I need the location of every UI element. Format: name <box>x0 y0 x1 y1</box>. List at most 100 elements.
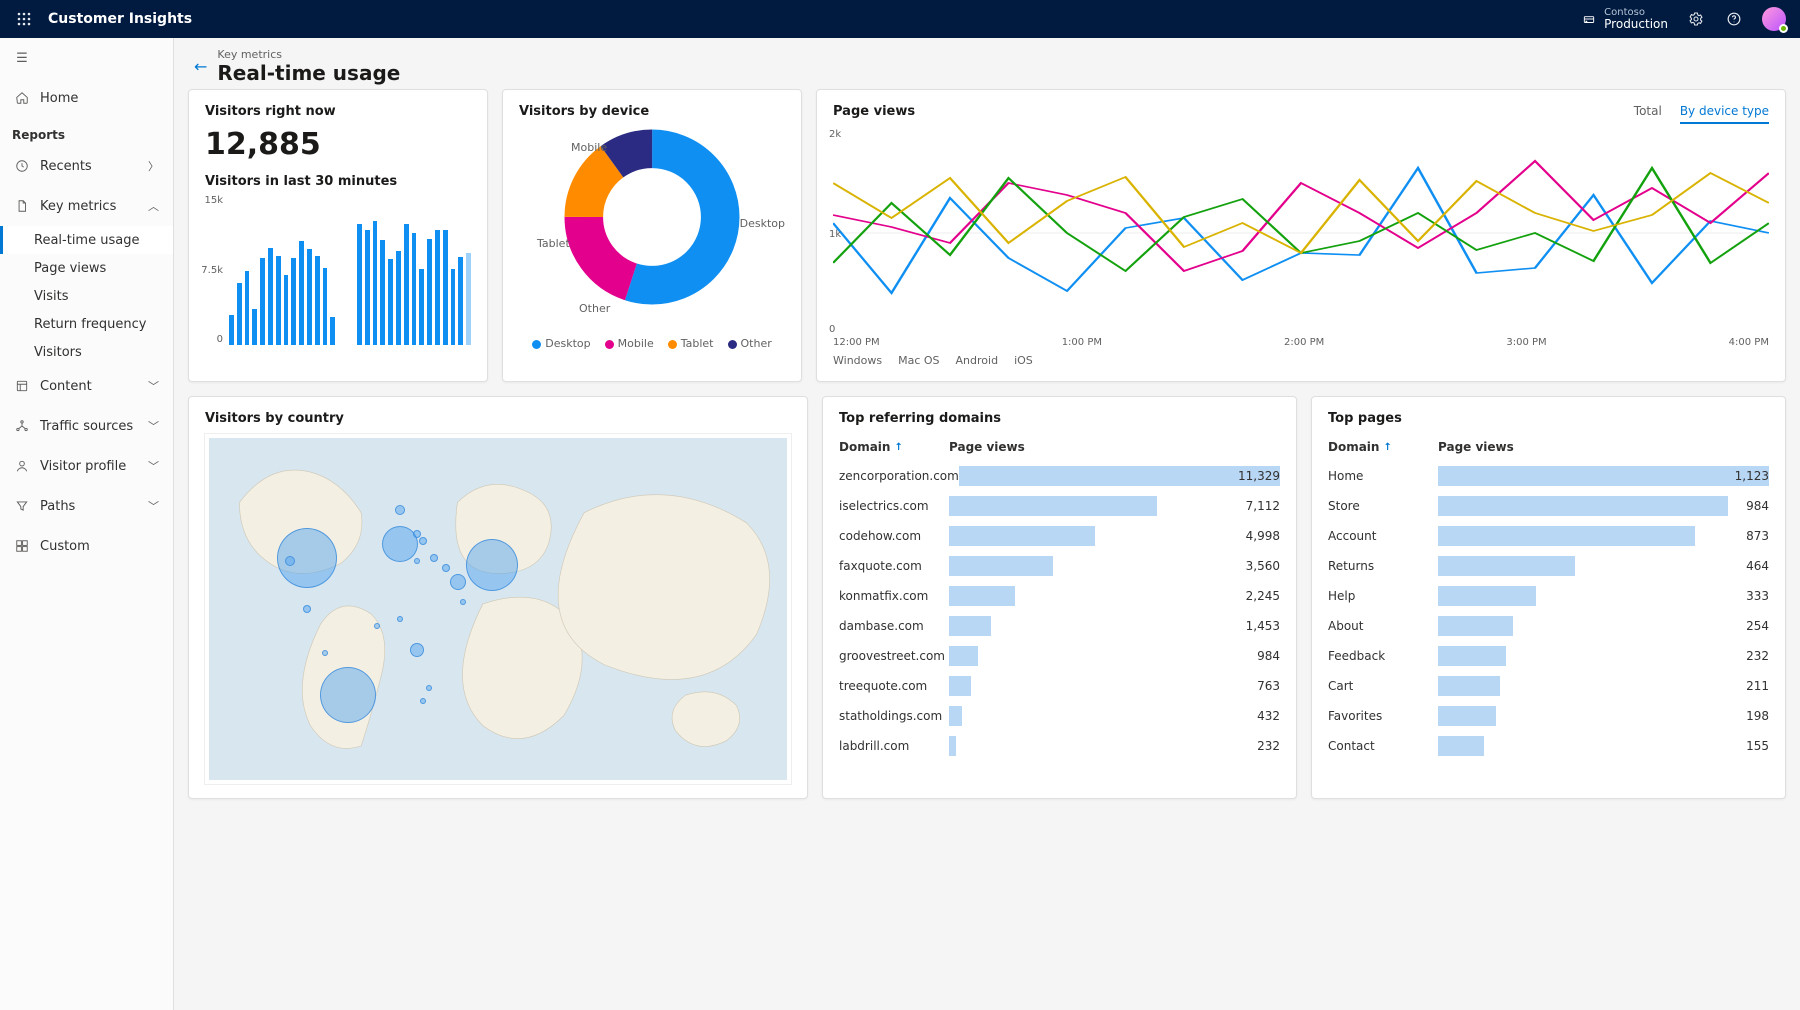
list-item[interactable]: Help333 <box>1328 581 1769 611</box>
line-legend: WindowsMac OSAndroidiOS <box>833 354 1769 367</box>
chevron-right-icon: 〉 <box>148 158 159 174</box>
bar-chart-30min <box>229 195 471 345</box>
sidebar: ☰ Home Reports Recents 〉 Key metrics ︿ R… <box>0 38 174 1010</box>
list-item[interactable]: zencorporation.com11,329 <box>839 461 1280 491</box>
sidebar-collapse-button[interactable]: ☰ <box>0 38 173 78</box>
settings-icon[interactable] <box>1686 9 1706 29</box>
sidebar-item-label: Visitors <box>34 345 82 360</box>
card-title: Page views <box>833 104 915 119</box>
layout-icon <box>14 539 30 553</box>
card-title: Top pages <box>1328 411 1769 426</box>
sidebar-item-label: Custom <box>40 539 90 554</box>
list-item[interactable]: Feedback232 <box>1328 641 1769 671</box>
help-icon[interactable] <box>1724 9 1744 29</box>
sidebar-item-page-views[interactable]: Page views <box>0 254 173 282</box>
sidebar-item-paths[interactable]: Paths ﹀ <box>0 486 173 526</box>
funnel-icon <box>14 499 30 513</box>
list-item[interactable]: groovestreet.com984 <box>839 641 1280 671</box>
sidebar-item-custom[interactable]: Custom <box>0 526 173 566</box>
list-item[interactable]: Returns464 <box>1328 551 1769 581</box>
y-axis-ticks: 15k 7.5k 0 <box>199 195 223 345</box>
sidebar-item-label: Recents <box>40 159 92 174</box>
list-item[interactable]: labdrill.com232 <box>839 731 1280 761</box>
chevron-down-icon: ﹀ <box>148 418 159 434</box>
sidebar-item-key-metrics[interactable]: Key metrics ︿ <box>0 186 173 226</box>
sidebar-item-label: Return frequency <box>34 317 146 332</box>
clock-icon <box>14 159 30 173</box>
main-content: ← Key metrics Real-time usage Visitors r… <box>174 38 1800 1010</box>
card-subtitle: Visitors in last 30 minutes <box>205 174 471 189</box>
sidebar-item-realtime-usage[interactable]: Real-time usage <box>0 226 173 254</box>
sidebar-item-label: Traffic sources <box>40 419 133 434</box>
sidebar-item-visits[interactable]: Visits <box>0 282 173 310</box>
content-icon <box>14 379 30 393</box>
list-item[interactable]: Contact155 <box>1328 731 1769 761</box>
tab-total[interactable]: Total <box>1634 104 1662 124</box>
sidebar-item-content[interactable]: Content ﹀ <box>0 366 173 406</box>
list-item[interactable]: Cart211 <box>1328 671 1769 701</box>
sidebar-item-return-frequency[interactable]: Return frequency <box>0 310 173 338</box>
app-title: Customer Insights <box>48 11 192 27</box>
referring-list: zencorporation.com11,329iselectrics.com7… <box>839 461 1280 761</box>
user-avatar[interactable] <box>1762 7 1786 31</box>
list-item[interactable]: treequote.com763 <box>839 671 1280 701</box>
x-axis-labels: 12:00 PM1:00 PM2:00 PM3:00 PM4:00 PM <box>833 337 1769 348</box>
sidebar-item-visitors[interactable]: Visitors <box>0 338 173 366</box>
card-title: Top referring domains <box>839 411 1280 426</box>
chevron-up-icon: ︿ <box>148 198 159 214</box>
visitors-now-value: 12,885 <box>205 127 471 162</box>
document-icon <box>14 199 30 213</box>
list-item[interactable]: Account873 <box>1328 521 1769 551</box>
list-item[interactable]: statholdings.com432 <box>839 701 1280 731</box>
donut-chart <box>562 127 742 307</box>
page-title: Real-time usage <box>217 61 400 85</box>
card-title: Visitors right now <box>205 104 471 119</box>
card-page-views: Page views Total By device type 2k 1k 0 … <box>816 89 1786 382</box>
chevron-down-icon: ﹀ <box>148 498 159 514</box>
sidebar-item-recents[interactable]: Recents 〉 <box>0 146 173 186</box>
list-item[interactable]: About254 <box>1328 611 1769 641</box>
pages-list: Home1,123Store984Account873Returns464Hel… <box>1328 461 1769 761</box>
card-title: Visitors by country <box>205 411 791 426</box>
list-item[interactable]: Favorites198 <box>1328 701 1769 731</box>
list-item[interactable]: iselectrics.com7,112 <box>839 491 1280 521</box>
environment-name: Production <box>1604 17 1668 31</box>
network-icon <box>14 419 30 433</box>
list-item[interactable]: konmatfix.com2,245 <box>839 581 1280 611</box>
home-icon <box>14 91 30 105</box>
sidebar-item-label: Paths <box>40 499 75 514</box>
topbar: Customer Insights Contoso Production <box>0 0 1800 38</box>
hamburger-icon: ☰ <box>14 51 30 66</box>
sidebar-item-traffic-sources[interactable]: Traffic sources ﹀ <box>0 406 173 446</box>
chevron-down-icon: ﹀ <box>148 378 159 394</box>
card-visitors-by-device: Visitors by device Mobile Desktop Tablet… <box>502 89 802 382</box>
sidebar-item-label: Content <box>40 379 92 394</box>
card-top-pages: Top pages Domain↑ Page views Home1,123St… <box>1311 396 1786 799</box>
sidebar-item-label: Visitor profile <box>40 459 126 474</box>
donut-legend: DesktopMobileTabletOther <box>519 337 785 350</box>
sidebar-item-home[interactable]: Home <box>0 78 173 118</box>
list-item[interactable]: codehow.com4,998 <box>839 521 1280 551</box>
world-map[interactable] <box>205 434 791 784</box>
app-launcher-icon[interactable] <box>14 9 34 29</box>
person-icon <box>14 459 30 473</box>
list-item[interactable]: Store984 <box>1328 491 1769 521</box>
list-item[interactable]: faxquote.com3,560 <box>839 551 1280 581</box>
card-visitors-now: Visitors right now 12,885 Visitors in la… <box>188 89 488 382</box>
list-item[interactable]: dambase.com1,453 <box>839 611 1280 641</box>
card-top-referring-domains: Top referring domains Domain↑ Page views… <box>822 396 1297 799</box>
sidebar-item-label: Visits <box>34 289 68 304</box>
tab-by-device-type[interactable]: By device type <box>1680 104 1769 124</box>
list-item[interactable]: Home1,123 <box>1328 461 1769 491</box>
back-button[interactable]: ← <box>194 57 207 76</box>
sort-ascending-icon[interactable]: ↑ <box>1383 442 1391 453</box>
breadcrumb: ← Key metrics Real-time usage <box>174 38 1800 89</box>
sidebar-item-visitor-profile[interactable]: Visitor profile ﹀ <box>0 446 173 486</box>
sidebar-section-reports: Reports <box>0 118 173 146</box>
environment-picker[interactable]: Contoso Production <box>1582 8 1668 31</box>
card-title: Visitors by device <box>519 104 785 119</box>
line-chart: 2k 1k 0 <box>833 133 1769 333</box>
card-visitors-by-country: Visitors by country <box>188 396 808 799</box>
sort-ascending-icon[interactable]: ↑ <box>894 442 902 453</box>
chevron-down-icon: ﹀ <box>148 458 159 474</box>
